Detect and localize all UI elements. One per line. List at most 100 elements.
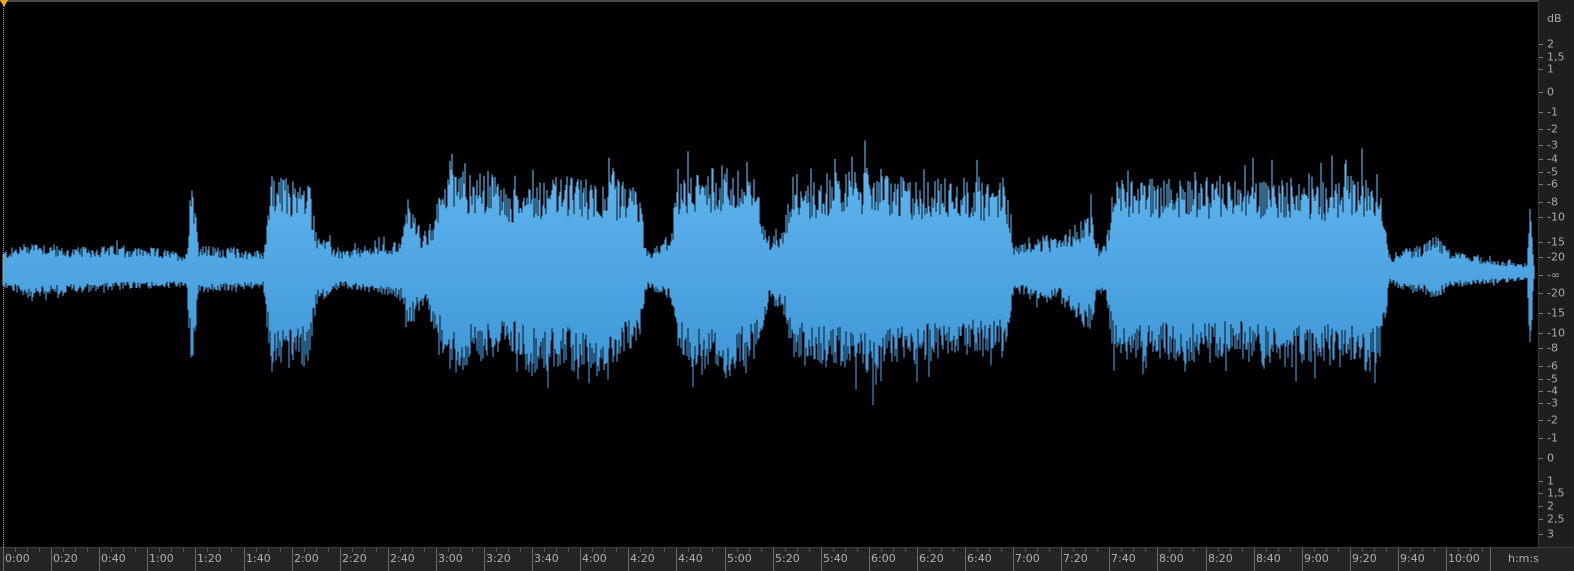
time-minor-tick	[712, 548, 713, 552]
time-minor-tick	[797, 548, 798, 552]
time-minor-tick	[833, 548, 834, 552]
time-ruler[interactable]: h:m:s 0:00 0:20 0:40 1:00 1:20 1:40 2:00 2:20 2:…	[0, 547, 1574, 571]
time-minor-tick	[953, 548, 954, 552]
time-minor-tick	[135, 548, 136, 552]
time-minor-tick	[424, 548, 425, 552]
time-minor-tick	[460, 548, 461, 552]
time-tick	[3, 548, 4, 571]
db-tick-label: -5	[1547, 372, 1558, 386]
time-minor-tick	[881, 548, 882, 552]
time-tick-label: 4:40	[678, 552, 703, 565]
db-tick	[1539, 348, 1543, 349]
time-minor-tick	[376, 548, 377, 552]
time-minor-tick	[785, 548, 786, 552]
time-minor-tick	[1386, 548, 1387, 552]
time-minor-tick	[893, 548, 894, 552]
time-minor-tick	[592, 548, 593, 552]
db-tick	[1539, 44, 1543, 45]
db-tick	[1539, 69, 1543, 70]
db-tick-label: 2	[1547, 499, 1554, 513]
time-tick-label: 1:20	[197, 552, 222, 565]
time-tick	[917, 548, 918, 571]
time-minor-tick	[472, 548, 473, 552]
time-tick-label: 6:00	[871, 552, 896, 565]
time-minor-tick	[652, 548, 653, 552]
db-tick	[1539, 159, 1543, 160]
time-minor-tick	[556, 548, 557, 552]
db-tick-label: -15	[1547, 235, 1565, 249]
db-tick-label: -6	[1547, 177, 1558, 191]
time-tick-label: 3:00	[438, 552, 463, 565]
db-tick-label: -8	[1547, 195, 1558, 209]
time-minor-tick	[1133, 548, 1134, 552]
time-minor-tick	[1482, 548, 1483, 552]
time-minor-tick	[604, 548, 605, 552]
time-tick-label: 3:20	[486, 552, 511, 565]
time-minor-tick	[75, 548, 76, 552]
db-tick	[1539, 403, 1543, 404]
db-tick-label: -3	[1547, 138, 1558, 152]
time-tick	[1157, 548, 1158, 571]
db-tick-label: -15	[1547, 306, 1565, 320]
time-tick	[725, 548, 726, 571]
time-minor-tick	[87, 548, 88, 552]
db-tick	[1539, 481, 1543, 482]
time-minor-tick	[1085, 548, 1086, 552]
waveform[interactable]	[0, 2, 1538, 547]
db-tick-label: -20	[1547, 250, 1565, 264]
time-tick-label: 8:00	[1159, 552, 1184, 565]
db-tick	[1539, 92, 1543, 93]
time-tick	[195, 548, 196, 571]
time-tick	[580, 548, 581, 571]
db-tick	[1539, 366, 1543, 367]
playhead-marker-icon[interactable]	[0, 0, 8, 7]
time-minor-tick	[1470, 548, 1471, 552]
time-tick	[1206, 548, 1207, 571]
time-tick	[436, 548, 437, 571]
db-tick-label: -20	[1547, 286, 1565, 300]
time-minor-tick	[1097, 548, 1098, 552]
time-tick-label: 2:00	[294, 552, 319, 565]
waveform-path[interactable]	[2, 140, 1535, 406]
time-minor-tick	[183, 548, 184, 552]
time-tick	[244, 548, 245, 571]
time-unit-label: h:m:s	[1508, 552, 1539, 565]
time-tick	[628, 548, 629, 571]
time-tick-label: 1:40	[246, 552, 271, 565]
time-tick	[292, 548, 293, 571]
time-tick	[1302, 548, 1303, 571]
db-tick	[1539, 242, 1543, 243]
time-tick-label: 0:40	[101, 552, 126, 565]
time-minor-tick	[640, 548, 641, 552]
time-minor-tick	[159, 548, 160, 552]
db-tick	[1539, 112, 1543, 113]
db-tick-label: 1	[1547, 62, 1554, 76]
time-minor-tick	[1338, 548, 1339, 552]
time-minor-tick	[219, 548, 220, 552]
time-minor-tick	[1422, 548, 1423, 552]
time-minor-tick	[39, 548, 40, 552]
time-tick	[147, 548, 148, 571]
time-minor-tick	[1326, 548, 1327, 552]
time-minor-tick	[941, 548, 942, 552]
time-minor-tick	[27, 548, 28, 552]
db-tick	[1539, 420, 1543, 421]
playhead[interactable]	[3, 2, 4, 547]
time-minor-tick	[63, 548, 64, 552]
db-tick-label: -1	[1547, 105, 1558, 119]
db-tick	[1539, 506, 1543, 507]
db-tick-label: 3	[1547, 527, 1554, 541]
db-tick-label: -10	[1547, 326, 1565, 340]
time-minor-tick	[1145, 548, 1146, 552]
time-minor-tick	[616, 548, 617, 552]
db-tick	[1539, 293, 1543, 294]
time-tick-label: 3:40	[534, 552, 559, 565]
time-minor-tick	[1193, 548, 1194, 552]
time-tick	[532, 548, 533, 571]
time-tick	[869, 548, 870, 571]
time-minor-tick	[508, 548, 509, 552]
time-tick-label: 9:40	[1400, 552, 1425, 565]
time-minor-tick	[15, 548, 16, 552]
time-tick-label: 7:00	[1015, 552, 1040, 565]
db-tick-label: 2,5	[1547, 512, 1565, 526]
